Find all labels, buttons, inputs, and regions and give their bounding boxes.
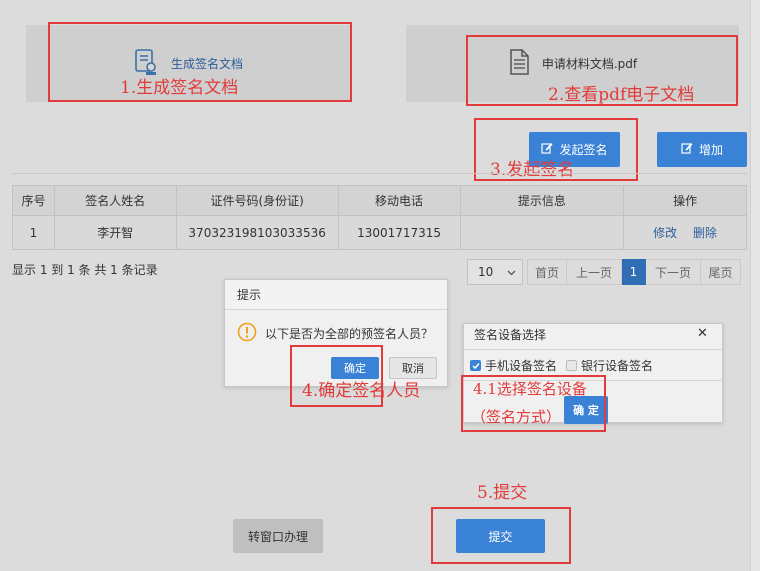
cell-actions: 修改 删除	[623, 215, 747, 250]
chevron-down-icon	[507, 265, 516, 279]
edit-icon	[681, 142, 693, 157]
cell-name: 李开智	[53, 215, 177, 250]
page-prev[interactable]: 上一页	[567, 259, 622, 285]
page-first[interactable]: 首页	[527, 259, 567, 285]
cell-index: 1	[12, 215, 55, 250]
cell-phone: 13001717315	[337, 215, 461, 250]
confirm-message: 以下是否为全部的预签名人员？	[265, 327, 434, 341]
warning-icon	[237, 322, 257, 345]
signer-table: 序号 签名人姓名 证件号码(身份证) 移动电话 提示信息 操作 1 李开智 37…	[12, 185, 747, 250]
annotation-step3: 3.发起签名	[490, 160, 575, 180]
table-row: 1 李开智 370323198103033536 13001717315 修改 …	[12, 215, 747, 250]
col-header: 提示信息	[459, 185, 625, 216]
annotation-step41-line2: （签名方式）	[471, 408, 562, 426]
device-dialog-title: 签名设备选择	[474, 328, 547, 342]
annotation-step2: 2.查看pdf电子文档	[548, 85, 695, 105]
option-bank-label: 银行设备签名	[581, 359, 654, 373]
close-icon[interactable]: ✕	[697, 326, 708, 341]
annotation-step5: 5.提交	[477, 483, 528, 503]
edit-link[interactable]: 修改	[653, 226, 677, 240]
checkbox-checked-icon[interactable]	[470, 360, 481, 371]
option-bank-device[interactable]: 银行设备签名	[566, 357, 653, 374]
page-last[interactable]: 尾页	[701, 259, 741, 285]
vertical-scrollbar[interactable]	[750, 0, 760, 571]
option-mobile-label: 手机设备签名	[485, 359, 558, 373]
annotation-step41-line1: 4.1选择签名设备	[473, 380, 587, 398]
checkbox-unchecked-icon[interactable]	[566, 360, 577, 371]
records-summary: 显示 1 到 1 条 共 1 条记录	[12, 263, 158, 277]
col-header: 证件号码(身份证)	[175, 185, 339, 216]
page-current[interactable]: 1	[622, 259, 646, 285]
cell-hint	[459, 215, 625, 250]
page-size-value: 10	[478, 265, 494, 279]
cell-id-number: 370323198103033536	[175, 215, 339, 250]
option-mobile-device[interactable]: 手机设备签名	[470, 357, 557, 374]
col-header: 签名人姓名	[53, 185, 177, 216]
annotation-step1: 1.生成签名文档	[120, 78, 239, 98]
add-label: 增加	[698, 143, 723, 157]
page-next[interactable]: 下一页	[646, 259, 701, 285]
col-header: 操作	[623, 185, 747, 216]
col-header: 序号	[12, 185, 55, 216]
delete-link[interactable]: 删除	[693, 226, 717, 240]
confirm-dialog-title: 提示	[225, 280, 447, 310]
table-header-row: 序号 签名人姓名 证件号码(身份证) 移动电话 提示信息 操作	[12, 185, 747, 216]
annotation-box-step5	[431, 507, 571, 564]
divider	[12, 173, 747, 174]
annotation-step4: 4.确定签名人员	[302, 381, 421, 401]
page-size-select[interactable]: 10	[467, 259, 523, 285]
confirm-message-row: 以下是否为全部的预签名人员？	[237, 322, 433, 345]
pagination: 首页 上一页 1 下一页 尾页	[527, 259, 741, 285]
transfer-window-button[interactable]: 转窗口办理	[233, 519, 323, 553]
col-header: 移动电话	[337, 185, 461, 216]
add-button[interactable]: 增加	[657, 132, 747, 167]
